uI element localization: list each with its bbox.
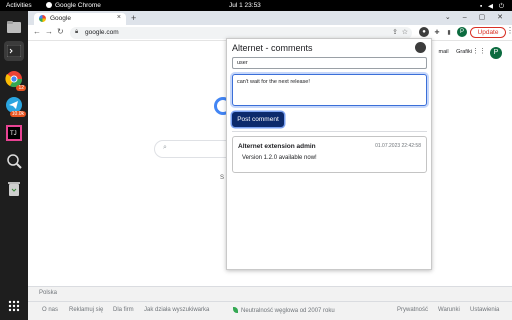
url-text: google.com — [85, 29, 119, 36]
footer-carbon-neutral[interactable]: Neutralność węglowa od 2007 roku — [233, 307, 335, 314]
tab-google[interactable]: Google × — [34, 13, 126, 25]
google-apps-icon[interactable]: ⋮⋮ — [472, 47, 486, 55]
chrome-badge: 12 — [16, 85, 26, 91]
forward-arrow-icon[interactable]: → — [45, 27, 53, 36]
update-button[interactable]: Update — [470, 27, 506, 38]
google-header-links: mail Grafiki — [432, 49, 472, 55]
terminal-icon[interactable] — [4, 41, 24, 61]
footer-link-terms[interactable]: Warunki — [438, 307, 460, 313]
comment-card: Alternet extension admin 01.07.2023 22:4… — [232, 136, 427, 173]
google-favicon-icon — [39, 15, 46, 22]
chrome-icon[interactable]: 12 — [4, 69, 26, 91]
google-footer: Polska O nas Reklamuj się Dla firm Jak d… — [28, 286, 512, 320]
comment-author: Alternet extension admin — [238, 143, 316, 150]
tab-close-icon[interactable]: × — [117, 14, 121, 21]
google-account-avatar[interactable]: P — [490, 47, 502, 59]
footer-link-about[interactable]: O nas — [42, 307, 58, 313]
profile-avatar[interactable]: P — [457, 27, 467, 37]
files-icon[interactable] — [4, 17, 24, 37]
share-icon[interactable]: ⇪ — [392, 28, 398, 36]
popup-divider — [232, 131, 427, 132]
footer-country: Polska — [39, 290, 58, 296]
popup-title: Alternet - comments — [232, 43, 313, 53]
comment-date: 01.07.2023 22:42:58 — [375, 143, 421, 149]
window-controls[interactable]: ⌄ – ▢ ✕ — [445, 13, 508, 21]
footer-link-advertising[interactable]: Reklamuj się — [69, 307, 103, 313]
tab-strip: Google × + ⌄ – ▢ ✕ — [28, 11, 512, 25]
extensions-puzzle-icon[interactable]: ✚ — [432, 27, 442, 37]
gmail-link[interactable]: mail — [438, 49, 448, 55]
svg-text:TJ: TJ — [10, 131, 17, 137]
telegram-badge: 10.0k — [9, 111, 26, 117]
footer-link-how-search-works[interactable]: Jak działa wyszukiwarka — [144, 307, 209, 313]
active-app-menu[interactable]: Google Chrome — [46, 2, 101, 9]
search-tool-icon[interactable] — [4, 151, 24, 171]
jetbrains-toolbox-icon[interactable]: TJ — [4, 123, 24, 143]
lock-icon[interactable]: 🔒︎ — [75, 29, 78, 36]
leaf-icon — [233, 307, 238, 313]
post-comment-button[interactable]: Post comment — [232, 112, 284, 127]
username-input[interactable] — [232, 57, 427, 69]
footer-link-business[interactable]: Dla firm — [113, 307, 134, 313]
search-icon: ⌕ — [163, 144, 167, 151]
popup-extension-icon — [415, 42, 426, 53]
bookmark-star-icon[interactable]: ☆ — [402, 28, 408, 36]
alternet-comments-popup: Alternet - comments can't wait for the n… — [226, 38, 432, 270]
comment-text: Version 1.2.0 available now! — [242, 155, 317, 161]
alternet-extension-icon[interactable]: ● — [419, 27, 429, 37]
telegram-icon[interactable]: 10.0k — [4, 95, 26, 117]
clock[interactable]: Jul 1 23:53 — [229, 2, 261, 9]
footer-link-settings[interactable]: Ustawienia — [470, 307, 499, 313]
dock: 12 10.0k TJ — [0, 11, 28, 320]
system-top-bar: Activities Google Chrome Jul 1 23:53 ▪ ◀… — [0, 0, 512, 11]
trash-icon[interactable] — [4, 179, 24, 199]
footer-carbon-label: Neutralność węglowa od 2007 roku — [241, 308, 335, 314]
reload-icon[interactable]: ↻ — [57, 27, 64, 36]
tab-title: Google — [50, 15, 71, 22]
chrome-small-icon — [46, 2, 52, 8]
comment-textarea[interactable]: can't wait for the next release! — [232, 74, 427, 106]
footer-divider — [28, 301, 512, 302]
system-tray[interactable]: ▪ ◀ ⏻ — [480, 2, 506, 11]
back-arrow-icon[interactable]: ← — [33, 27, 41, 36]
active-app-label: Google Chrome — [55, 2, 101, 9]
activities-button[interactable]: Activities — [6, 2, 32, 9]
chrome-menu-icon[interactable]: ⋮ — [506, 26, 512, 35]
google-search-box[interactable]: ⌕ — [154, 140, 234, 158]
search-button-fragment[interactable]: S — [220, 175, 224, 181]
footer-link-privacy[interactable]: Prywatność — [397, 307, 428, 313]
side-panel-icon[interactable]: ▮ — [444, 27, 454, 37]
show-apps-icon[interactable] — [4, 296, 24, 316]
new-tab-button[interactable]: + — [131, 13, 136, 23]
images-link[interactable]: Grafiki — [456, 49, 472, 55]
